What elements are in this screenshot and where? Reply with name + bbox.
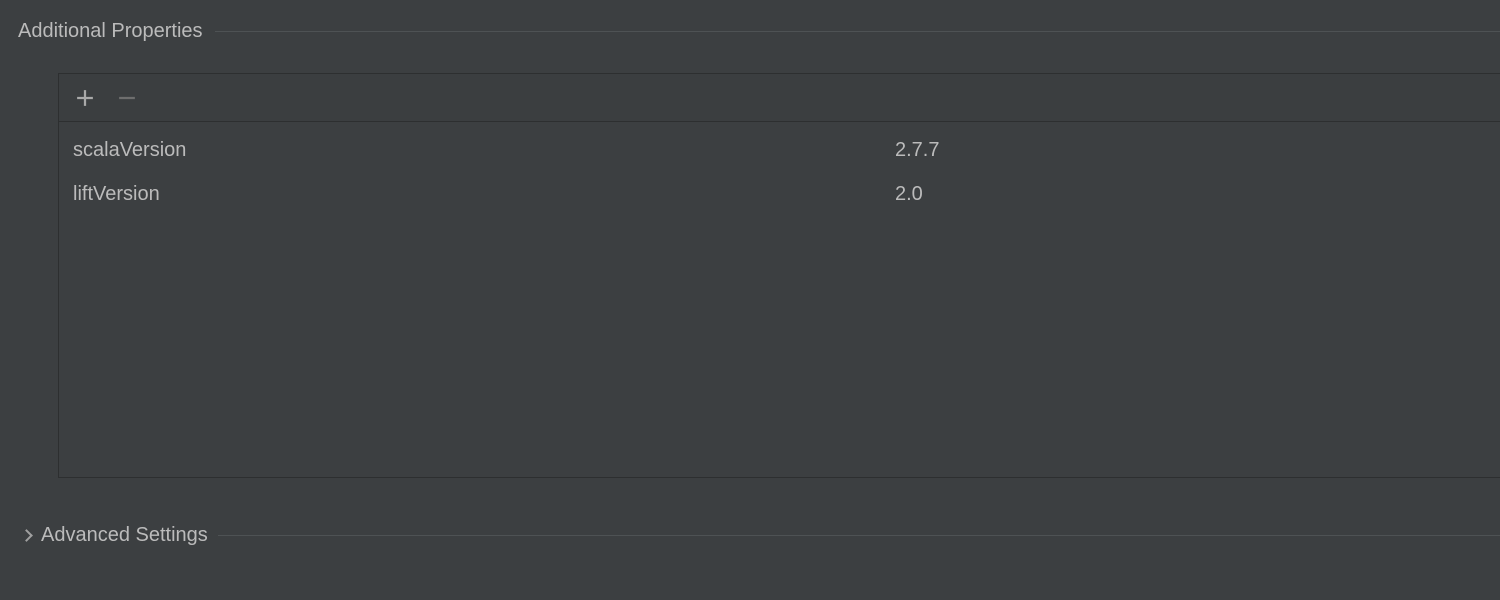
section-title: Advanced Settings <box>41 524 208 547</box>
property-key: liftVersion <box>59 183 881 206</box>
section-header: Additional Properties <box>0 20 1500 43</box>
section-title: Additional Properties <box>18 20 203 43</box>
additional-properties-section: Additional Properties scalaVersion 2.7.7 <box>0 0 1500 478</box>
properties-panel: scalaVersion 2.7.7 liftVersion 2.0 <box>58 73 1500 478</box>
advanced-settings-section: Advanced Settings <box>0 478 1500 547</box>
property-value: 2.0 <box>881 183 1500 206</box>
property-key: scalaVersion <box>59 139 881 162</box>
table-row[interactable]: scalaVersion 2.7.7 <box>59 128 1500 172</box>
minus-icon <box>118 89 136 107</box>
plus-icon <box>76 89 94 107</box>
section-divider <box>215 31 1500 32</box>
properties-table: scalaVersion 2.7.7 liftVersion 2.0 <box>59 122 1500 477</box>
properties-toolbar <box>59 74 1500 122</box>
chevron-right-icon <box>20 529 33 542</box>
table-row[interactable]: liftVersion 2.0 <box>59 172 1500 216</box>
remove-property-button[interactable] <box>115 86 139 110</box>
section-divider <box>218 535 1500 536</box>
property-value: 2.7.7 <box>881 139 1500 162</box>
section-header-collapsible[interactable]: Advanced Settings <box>0 524 1500 547</box>
add-property-button[interactable] <box>73 86 97 110</box>
